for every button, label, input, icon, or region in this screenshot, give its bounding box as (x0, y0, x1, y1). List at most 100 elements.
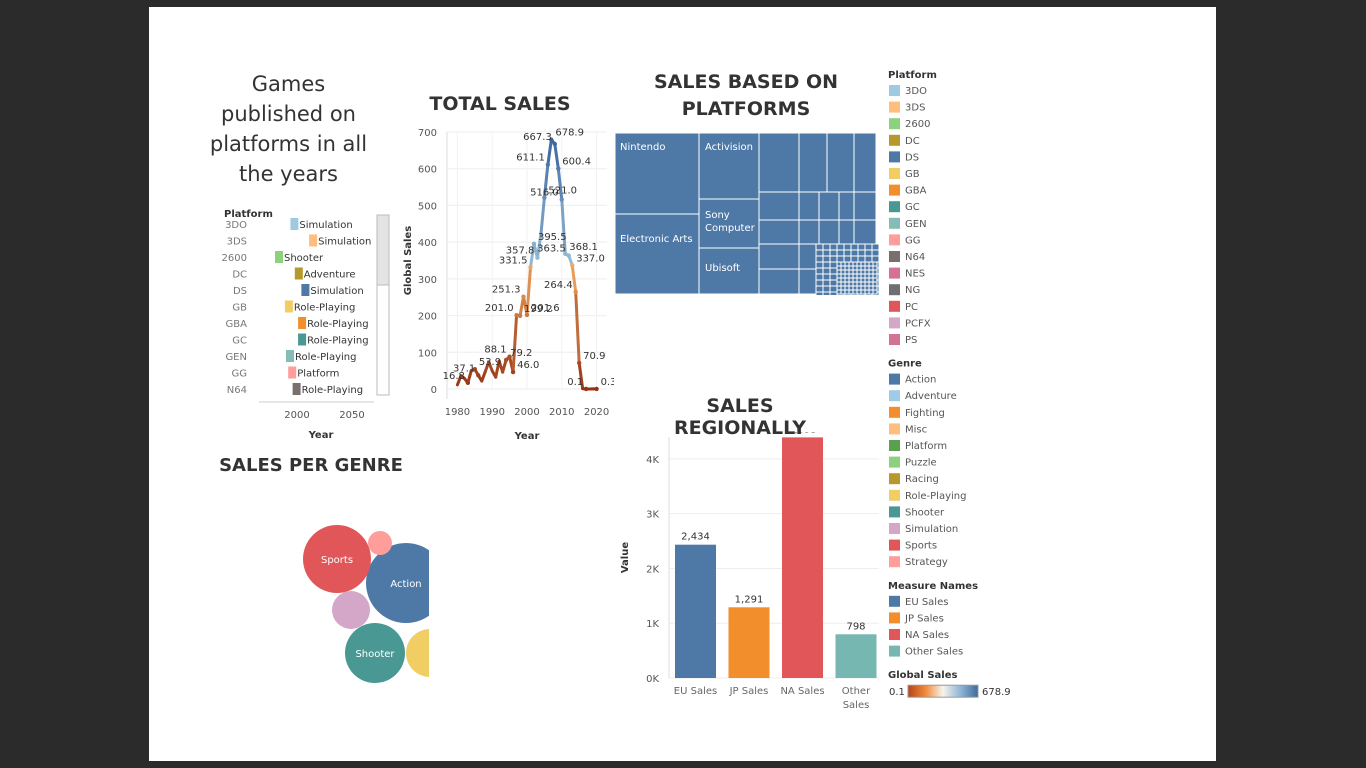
bar-value-label: 798 (846, 621, 865, 632)
treemap-tile (836, 269, 842, 275)
genre-sales-bubble-chart: ActionSportsShooterMiscRacing (303, 525, 429, 683)
line-segment (570, 263, 578, 294)
treemap-tile (853, 132, 877, 193)
legend-item: Shooter (905, 507, 945, 518)
line-y-tick: 300 (418, 275, 437, 286)
treemap-tile (798, 219, 820, 245)
treemap-tile (871, 249, 879, 257)
line-data-label: 0.1 (567, 377, 583, 388)
treemap-tile (864, 277, 870, 283)
treemap-tile-label: Sony (705, 210, 730, 221)
gantt-bar-label: Simulation (299, 220, 352, 231)
line-x-tick: 1990 (479, 407, 504, 418)
treemap-tile (853, 191, 877, 221)
treemap-tile (843, 255, 852, 263)
bar-value-label: 1,291 (735, 594, 764, 605)
legend-item: 3DO (905, 86, 927, 97)
treemap-tile (872, 269, 878, 275)
treemap-tile (872, 265, 878, 271)
bar-category-label: NA Sales (780, 686, 824, 697)
gantt-bar-label: Role-Playing (307, 319, 368, 330)
treemap-tile-label: Computer (705, 223, 756, 234)
legend-swatch (889, 629, 900, 640)
bar-y-tick: 1K (646, 619, 659, 630)
treemap-tile (840, 261, 846, 267)
gantt-x-label: Year (308, 430, 334, 441)
bar-y-tick: 4K (646, 455, 659, 466)
sales-platforms-title: SALES BASED ON PLATFORMS (653, 71, 839, 120)
treemap-tile (857, 255, 866, 263)
treemap-tile (836, 249, 845, 257)
treemap-tile (822, 273, 831, 281)
line-data-label: 357.8 (506, 246, 535, 257)
legend-item: NA Sales (905, 630, 949, 641)
gantt-bar-label: Platform (297, 369, 339, 380)
gantt-bar (301, 284, 310, 296)
line-data-label: 678.9 (555, 128, 584, 139)
legend-title-measure: Measure Names (888, 581, 978, 592)
gantt-row-label: DS (233, 286, 247, 297)
legend-swatch (889, 440, 900, 451)
line-x-tick: 2000 (514, 407, 539, 418)
treemap-tile (868, 277, 874, 283)
bar-category-label: Sales (843, 700, 870, 711)
legend-swatch (889, 251, 900, 262)
treemap-tile (868, 265, 874, 271)
legend-gradient-min: 0.1 (889, 687, 905, 698)
gantt-bar-label: Simulation (310, 286, 363, 297)
treemap-tile (829, 285, 838, 293)
legend-item: GB (905, 169, 920, 180)
treemap-tile (848, 261, 854, 267)
treemap-tile (829, 279, 838, 287)
treemap-tile (822, 249, 831, 257)
treemap-tile (836, 255, 845, 263)
treemap-tile (822, 291, 831, 295)
treemap-tile (864, 289, 870, 295)
legend-item: DC (905, 136, 920, 147)
treemap-tile (844, 265, 850, 271)
legend-swatch (889, 134, 900, 146)
legend-item: DS (905, 152, 919, 163)
legend-item: GBA (905, 186, 927, 197)
line-x-label: Year (514, 431, 540, 442)
legend-swatch (889, 456, 900, 468)
treemap-tile (840, 281, 846, 287)
legend-item: Role-Playing (905, 491, 966, 502)
gantt-bar (298, 333, 307, 346)
treemap-tile (852, 265, 858, 271)
treemap-tile (872, 285, 878, 291)
treemap-tile (836, 243, 845, 251)
line-point (545, 162, 551, 167)
treemap-tile (836, 277, 842, 283)
legend-swatch (889, 267, 900, 279)
line-x-tick: 2010 (549, 407, 574, 418)
treemap-tile (856, 281, 862, 287)
legend-swatch (889, 645, 900, 657)
treemap-tile-label: Ubisoft (705, 263, 740, 274)
treemap-tile (848, 289, 854, 295)
legend-item: Simulation (905, 524, 958, 535)
gantt-bar (290, 218, 299, 230)
treemap-tile (829, 261, 838, 269)
treemap-tile (848, 281, 854, 287)
line-point (535, 255, 540, 260)
treemap-tile (857, 243, 866, 251)
gantt-row-label: 3DO (225, 220, 247, 231)
treemap-tile (852, 273, 858, 279)
line-point (517, 313, 523, 319)
bar-y-tick: 2K (646, 564, 659, 575)
bubble-simulation (332, 591, 370, 629)
treemap-tile (856, 269, 862, 275)
bar-y-label: Value (620, 542, 631, 573)
line-data-label: 516.0 (530, 188, 559, 199)
legend-item: Action (905, 375, 936, 386)
legend-item: NES (905, 269, 925, 280)
line-data-label: 53.9 (479, 357, 501, 368)
gantt-bar-label: Simulation (318, 237, 371, 248)
line-segment (539, 196, 546, 236)
treemap-tile (815, 243, 824, 251)
legend-swatch (889, 373, 900, 385)
line-data-label: 251.3 (492, 285, 521, 296)
treemap-tile (844, 273, 850, 279)
line-point (559, 197, 564, 202)
